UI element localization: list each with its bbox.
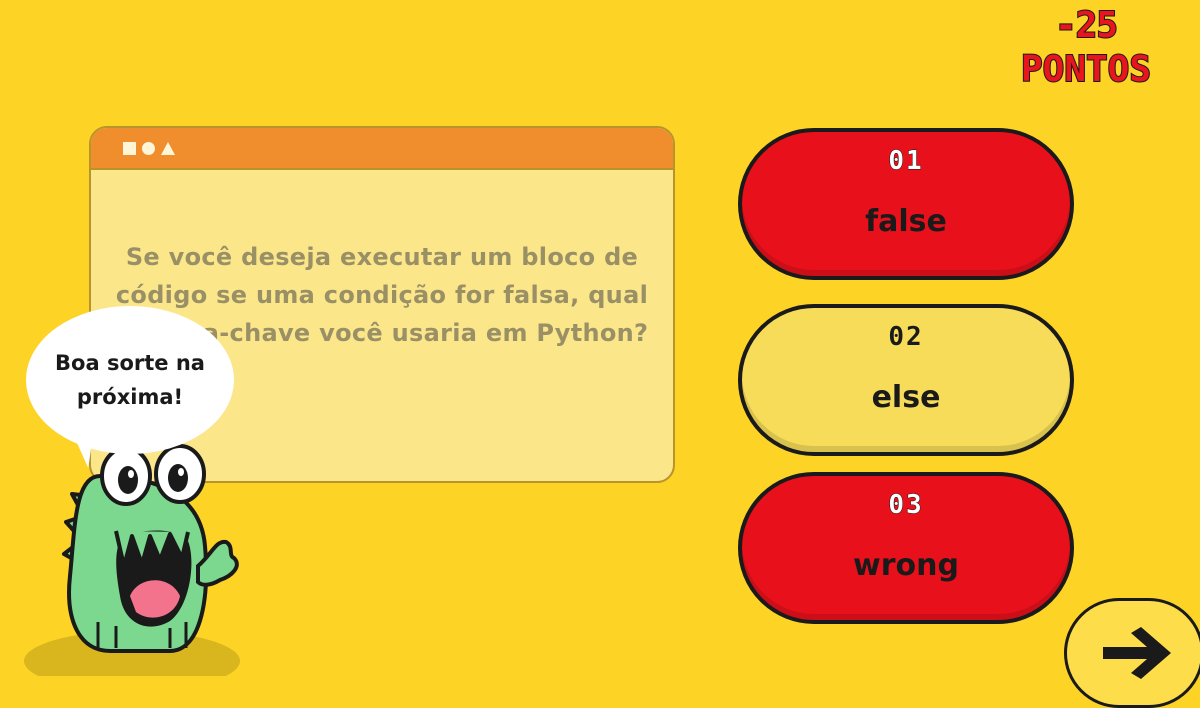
triangle-icon xyxy=(161,141,175,155)
score-points: -25 xyxy=(1054,5,1119,46)
feedback-message: Boa sorte na próxima! xyxy=(55,351,205,409)
answer-number: 02 xyxy=(888,322,924,352)
speech-bubble: Boa sorte na próxima! xyxy=(26,306,234,454)
answer-number: 03 xyxy=(888,490,924,521)
answer-label: else xyxy=(871,380,941,415)
next-button[interactable] xyxy=(1064,598,1200,708)
answer-number: 01 xyxy=(888,146,924,177)
monster-mascot-icon xyxy=(24,444,240,676)
answer-label: wrong xyxy=(853,548,959,583)
circle-icon xyxy=(142,141,155,155)
answer-option-2[interactable]: 02 else xyxy=(738,304,1074,456)
score-label: PONTOS xyxy=(1020,49,1152,90)
arrow-right-icon xyxy=(1103,627,1171,679)
score-display: -25 PONTOS xyxy=(996,5,1176,90)
square-icon xyxy=(123,141,136,155)
answer-label: false xyxy=(865,204,947,239)
answer-option-3[interactable]: 03 wrong xyxy=(738,472,1074,624)
window-title-bar xyxy=(91,128,673,170)
answer-option-1[interactable]: 01 false xyxy=(738,128,1074,280)
